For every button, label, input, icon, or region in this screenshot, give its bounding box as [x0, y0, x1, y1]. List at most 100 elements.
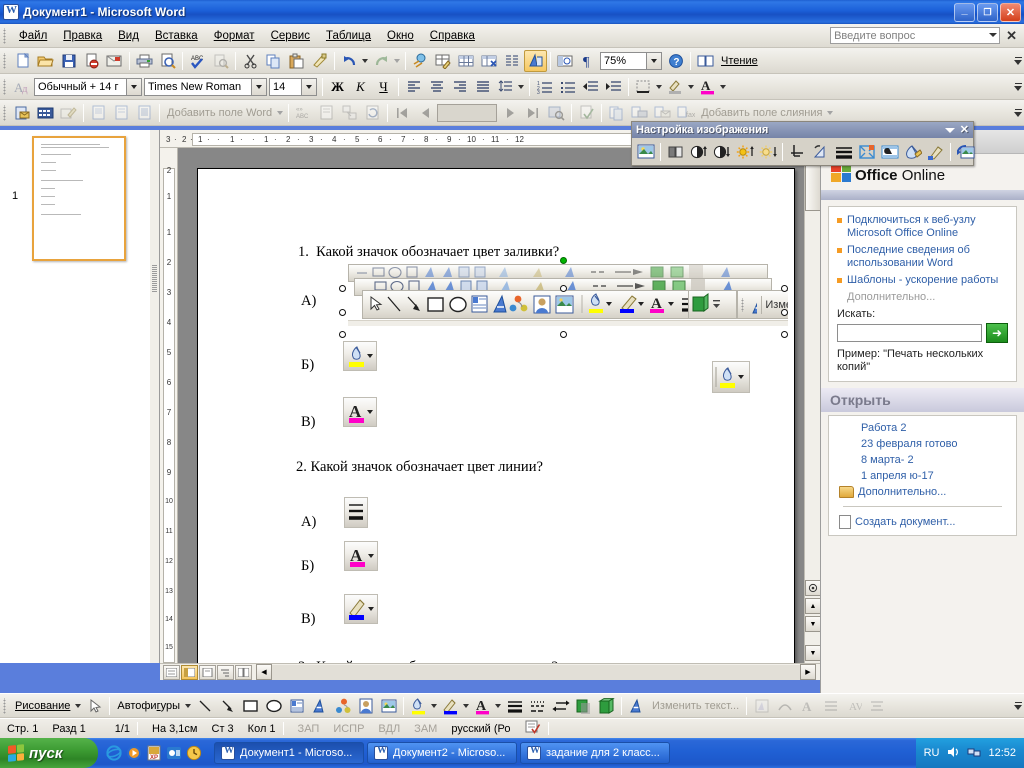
edit-recipients-icon[interactable]	[57, 102, 80, 124]
status-track-changes[interactable]: ИСПР	[326, 723, 371, 735]
menu-insert[interactable]: Вставка	[147, 27, 206, 45]
task-pane-link-row[interactable]: Подключиться к веб-узлу Microsoft Office…	[837, 214, 1008, 240]
research-icon[interactable]	[209, 50, 232, 72]
tables-and-borders-icon[interactable]	[432, 50, 455, 72]
picture-toolbar-titlebar[interactable]: Настройка изображения ✕	[632, 122, 973, 138]
standard-toolbar-overflow-button[interactable]	[1012, 50, 1024, 72]
show-formatting-marks-icon[interactable]: ¶	[577, 50, 600, 72]
columns-icon[interactable]	[501, 50, 524, 72]
insert-picture-icon[interactable]	[634, 141, 657, 163]
increase-indent-icon[interactable]	[602, 76, 625, 98]
print-layout-view-button[interactable]	[199, 664, 216, 680]
copy-icon[interactable]	[262, 50, 285, 72]
picture-toolbar[interactable]: Настройка изображения ✕	[631, 121, 974, 166]
line-icon[interactable]	[193, 695, 216, 717]
style-combo[interactable]: Обычный + 14 г	[34, 77, 142, 96]
align-right-icon[interactable]	[448, 76, 471, 98]
menu-gripper[interactable]	[2, 27, 9, 44]
document-vertical-scrollbar[interactable]: ▲ ▲ ▼ ▼	[804, 148, 820, 663]
menubar-close-window-button[interactable]: ✕	[1003, 28, 1020, 44]
q2-option-b-font-color-icon[interactable]: A	[344, 541, 378, 571]
thumbnails-scrollbar[interactable]	[150, 130, 159, 663]
line-spacing-icon[interactable]	[494, 76, 517, 98]
status-extend-selection[interactable]: ВДЛ	[371, 723, 407, 735]
highlight-merge-fields-icon[interactable]	[315, 102, 338, 124]
media-player-icon[interactable]	[126, 745, 142, 761]
help-icon[interactable]: ?	[664, 50, 687, 72]
match-fields-icon[interactable]	[338, 102, 361, 124]
wordart-shape-icon[interactable]	[773, 695, 796, 717]
line-color-icon[interactable]	[439, 695, 462, 717]
link-latest-word-news[interactable]: Последние сведения об использовании Word	[847, 244, 1008, 270]
align-center-icon[interactable]	[425, 76, 448, 98]
add-merge-field-dropdown-icon[interactable]	[827, 110, 834, 115]
start-button[interactable]: пуск	[0, 738, 98, 768]
open-more-button[interactable]: Дополнительно...	[835, 484, 1010, 500]
reading-layout-icon[interactable]	[694, 50, 717, 72]
document-horizontal-scrollbar[interactable]: ◀ ▶	[160, 663, 820, 680]
insert-hyperlink-icon[interactable]	[409, 50, 432, 72]
reading-layout-label[interactable]: Чтение	[717, 55, 762, 67]
draw-menu-dropdown-icon[interactable]	[75, 703, 82, 708]
zoom-combo[interactable]: 75%	[600, 51, 662, 70]
zoom-dropdown-icon[interactable]	[646, 52, 661, 69]
merge-to-new-document-icon[interactable]	[605, 102, 628, 124]
italic-button[interactable]: К	[349, 76, 372, 98]
q2-option-c-line-color-icon[interactable]	[344, 594, 378, 624]
reset-picture-icon[interactable]	[954, 141, 977, 163]
restore-button[interactable]: ❐	[977, 2, 998, 22]
more-brightness-icon[interactable]	[733, 141, 756, 163]
add-merge-field-label[interactable]: Добавить поле слияния	[697, 107, 826, 119]
q2-option-a-line-style-icon[interactable]	[344, 497, 368, 528]
insert-wordart-icon[interactable]	[625, 695, 648, 717]
drawing-toolbar-gripper[interactable]	[2, 697, 9, 714]
q1-option-c-font-color-icon[interactable]: A	[343, 397, 377, 427]
wordart-font-color-icon[interactable]: A	[796, 695, 819, 717]
format-painter-icon[interactable]	[308, 50, 331, 72]
less-contrast-icon[interactable]	[710, 141, 733, 163]
spelling-status-icon[interactable]	[518, 720, 548, 737]
clip-art-icon[interactable]	[354, 695, 377, 717]
line-style-icon[interactable]	[832, 141, 855, 163]
print-preview-icon[interactable]	[156, 50, 179, 72]
mail-merge-toolbar-overflow-button[interactable]	[1012, 102, 1024, 124]
internet-explorer-icon[interactable]	[106, 745, 122, 761]
insert-table-icon[interactable]	[455, 50, 478, 72]
oval-icon[interactable]	[262, 695, 285, 717]
style-dropdown-icon[interactable]	[126, 78, 141, 95]
resize-handle-ne[interactable]	[781, 285, 788, 292]
menu-help[interactable]: Справка	[422, 27, 483, 45]
wordart-gallery-icon[interactable]	[750, 695, 773, 717]
resize-handle-se[interactable]	[781, 331, 788, 338]
main-document-setup-icon[interactable]	[11, 102, 34, 124]
hscroll-track[interactable]: ◀ ▶	[252, 664, 820, 680]
resize-handle-sw[interactable]	[339, 331, 346, 338]
tray-language-indicator[interactable]: RU	[924, 747, 940, 759]
picture-icon[interactable]	[377, 695, 400, 717]
resize-handle-nw[interactable]	[339, 285, 346, 292]
q1-option-b-fill-color-icon[interactable]	[343, 341, 377, 371]
selected-drawing-toolbar-image[interactable]: A Изм	[348, 264, 788, 326]
previous-page-button[interactable]: ▲	[805, 598, 820, 614]
thumbnails-splitter-grip[interactable]	[152, 265, 157, 293]
diagram-icon[interactable]	[331, 695, 354, 717]
status-overtype[interactable]: ЗАМ	[407, 723, 444, 735]
task-pane-link-row[interactable]: Последние сведения об использовании Word	[837, 244, 1008, 270]
ask-question-input[interactable]: Введите вопрос	[830, 27, 1001, 44]
3d-style-icon[interactable]	[595, 695, 618, 717]
compress-pictures-icon[interactable]	[855, 141, 878, 163]
record-number-input[interactable]	[437, 103, 498, 122]
search-go-button[interactable]: ➜	[986, 323, 1008, 343]
menu-file[interactable]: Файл	[11, 27, 55, 45]
more-contrast-icon[interactable]	[687, 141, 710, 163]
menu-edit[interactable]: Правка	[55, 27, 110, 45]
task-pane-search-input[interactable]	[837, 324, 982, 342]
recent-file-4[interactable]: 1 апреля ю-17	[835, 468, 1010, 484]
undo-dropdown-icon[interactable]	[362, 58, 368, 63]
font-color-dropdown-icon[interactable]	[495, 703, 501, 708]
menu-table[interactable]: Таблица	[318, 27, 379, 45]
scroll-right-button[interactable]: ▶	[800, 664, 816, 680]
recent-file-3[interactable]: 8 марта- 2	[835, 452, 1010, 468]
chevron-down-icon[interactable]	[989, 33, 998, 37]
text-box-icon[interactable]	[285, 695, 308, 717]
